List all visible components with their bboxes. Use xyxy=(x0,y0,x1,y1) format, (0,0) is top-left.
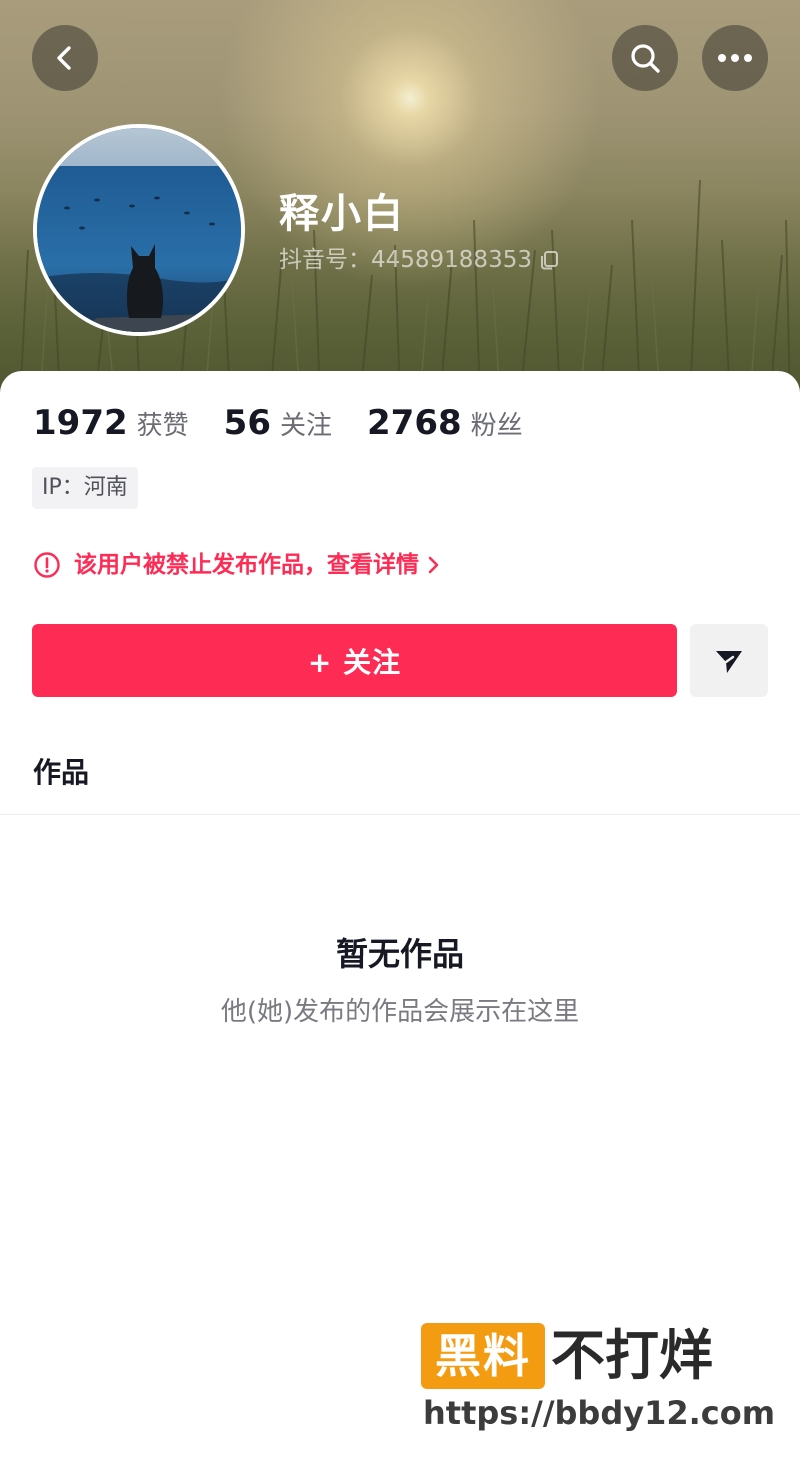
copy-icon[interactable] xyxy=(538,249,560,271)
nickname: 释小白 xyxy=(279,191,405,237)
profile-card: 1972 获赞 56 关注 2768 粉丝 IP：河南 该用户被禁止发布作品，查… xyxy=(0,371,800,1473)
ban-notice[interactable]: 该用户被禁止发布作品，查看详情 xyxy=(33,549,441,581)
message-button[interactable] xyxy=(690,624,768,697)
douyin-id[interactable]: 抖音号：44589188353 xyxy=(279,245,560,275)
watermark-badge: 黑料 xyxy=(421,1323,545,1389)
tab-divider xyxy=(0,814,800,815)
alert-circle-icon xyxy=(34,552,60,578)
search-icon xyxy=(631,44,660,73)
avatar-image xyxy=(37,128,241,332)
watermark-url: https://bbdy12.com xyxy=(423,1394,776,1432)
stat-likes[interactable]: 1972 获赞 xyxy=(33,401,189,448)
follow-button-label: + 关注 xyxy=(307,645,402,679)
watermark-word: 不打烊 xyxy=(551,1324,713,1387)
stat-label: 关注 xyxy=(279,411,332,441)
follow-button[interactable]: + 关注 xyxy=(32,624,677,697)
watermark: 黑料 不打烊 https://bbdy12.com xyxy=(421,1323,781,1433)
stat-value: 2768 xyxy=(367,403,462,443)
empty-state-title: 暂无作品 xyxy=(335,935,464,973)
chevron-right-icon xyxy=(428,556,439,574)
profile-banner: 释小白 抖音号：44589188353 xyxy=(0,0,800,400)
stat-value: 1972 xyxy=(33,403,128,443)
tab-works[interactable]: 作品 xyxy=(33,754,89,792)
more-button[interactable] xyxy=(702,25,768,91)
stat-label: 粉丝 xyxy=(470,411,523,441)
stat-value: 56 xyxy=(223,403,271,443)
ip-location-tag: IP：河南 xyxy=(32,467,138,509)
ban-notice-text: 该用户被禁止发布作品，查看详情 xyxy=(74,552,419,578)
empty-state-subtitle: 他(她)发布的作品会展示在这里 xyxy=(220,997,580,1027)
chevron-left-icon xyxy=(57,46,71,70)
back-button[interactable] xyxy=(32,25,98,91)
search-button[interactable] xyxy=(612,25,678,91)
stats-row: 1972 获赞 56 关注 2768 粉丝 xyxy=(33,401,558,448)
stat-followers[interactable]: 2768 粉丝 xyxy=(367,401,523,448)
stat-label: 获赞 xyxy=(136,411,189,441)
stat-following[interactable]: 56 关注 xyxy=(224,401,332,448)
avatar[interactable] xyxy=(33,124,245,336)
more-horizontal-icon xyxy=(718,54,752,62)
send-icon xyxy=(716,650,742,673)
douyin-id-text: 抖音号：44589188353 xyxy=(279,247,532,273)
